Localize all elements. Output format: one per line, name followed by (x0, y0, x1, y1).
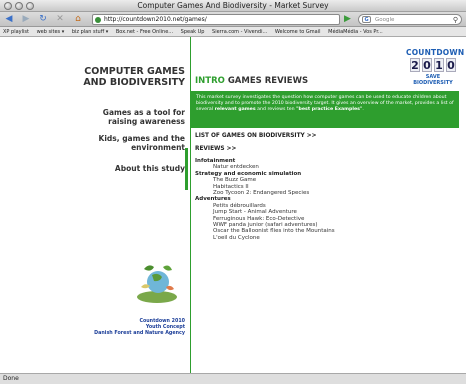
games-list: Infotainment Natur entdecken Strategy an… (195, 158, 335, 241)
address-bar[interactable]: http://countdown2010.net/games/ (92, 14, 340, 25)
best-practice-link[interactable]: "best practice Examples" (296, 107, 362, 112)
bookmark-mediamedia[interactable]: MédiaMédia - Vos Pr... (325, 27, 386, 36)
sidebar: COMPUTER GAMES AND BIODIVERSITY Games as… (0, 37, 191, 373)
status-bar: Done (0, 373, 466, 384)
page-content: COMPUTER GAMES AND BIODIVERSITY Games as… (0, 37, 466, 373)
footer-line-3: Danish Forest and Nature Agency (94, 331, 185, 336)
status-text: Done (3, 375, 19, 382)
site-title-line-1: COMPUTER GAMES (84, 66, 185, 77)
heading-intro[interactable]: INTRO (195, 76, 225, 86)
search-icon[interactable]: ⚲ (453, 15, 458, 25)
intro-text: and reviews ten (255, 106, 297, 112)
bookmarks-bar: XP playlist web sites ▾ biz plan stuff ▾… (0, 27, 466, 37)
nav-link-awareness[interactable]: Games as a tool for raising awareness (15, 108, 185, 126)
column-divider (190, 37, 191, 373)
page-heading: INTRO GAMES REVIEWS (195, 76, 308, 86)
search-engine-icon[interactable]: G (362, 16, 371, 23)
intro-text: . (362, 106, 364, 112)
reviews-link[interactable]: REVIEWS >> (195, 146, 236, 152)
active-nav-indicator (185, 148, 188, 190)
nav-link-environment-line-2: environment (131, 143, 185, 152)
nav-link-about[interactable]: About this study (15, 164, 185, 173)
home-button[interactable]: ⌂ (71, 14, 85, 25)
window-titlebar: Computer Games And Biodiversity - Market… (0, 0, 466, 12)
bookmark-xp-playlist[interactable]: XP playlist (0, 27, 32, 36)
bookmark-web-sites[interactable]: web sites ▾ (34, 27, 68, 36)
nav-link-about-line-1: About this study (114, 164, 185, 173)
reload-button[interactable]: ↻ (37, 14, 49, 25)
nav-link-environment-line-1: Kids, games and the (98, 134, 185, 143)
site-icon (95, 17, 101, 23)
go-button[interactable]: ▶ (344, 14, 351, 25)
logo-bottom-text: SAVE BIODIVERSITY (413, 74, 453, 86)
address-text: http://countdown2010.net/games/ (104, 16, 207, 23)
logo-top-text: COUNTDOWN (406, 48, 465, 57)
back-button[interactable]: ◀ (3, 14, 15, 25)
window-title: Computer Games And Biodiversity - Market… (137, 1, 329, 10)
sidebar-footer: Countdown 2010 Youth Concept Danish Fore… (94, 319, 185, 337)
nav-link-environment[interactable]: Kids, games and the environment (15, 134, 185, 152)
heading-games-reviews: GAMES REVIEWS (224, 76, 309, 86)
browser-toolbar: ◀ ▶ ↻ ✕ ⌂ http://countdown2010.net/games… (0, 12, 466, 27)
bookmark-speak-up[interactable]: Speak Up (178, 27, 208, 36)
logo-digit: 1 (434, 58, 444, 72)
bookmark-sierra[interactable]: Sierra.com - Vivendi... (209, 27, 270, 36)
logo-digit: 0 (422, 58, 432, 72)
nav-link-awareness-line-2: raising awareness (108, 117, 185, 126)
logo-digits: 2 0 1 0 (406, 58, 460, 72)
relevant-games-link[interactable]: relevant games (215, 107, 256, 112)
game-item[interactable]: Oscar the Balloonist flies into the Moun… (195, 228, 335, 234)
logo-digit: 0 (446, 58, 456, 72)
bookmark-biz-plan[interactable]: biz plan stuff ▾ (69, 27, 111, 36)
stop-button[interactable]: ✕ (54, 14, 66, 25)
list-of-games-link[interactable]: LIST OF GAMES ON BIODIVERSITY >> (195, 133, 316, 139)
site-title: COMPUTER GAMES AND BIODIVERSITY (15, 66, 185, 88)
logo-digit: 2 (410, 58, 420, 72)
earth-illustration (132, 257, 182, 307)
bookmark-gmail[interactable]: Welcome to Gmail (272, 27, 324, 36)
nav-link-awareness-line-1: Games as a tool for (102, 108, 185, 117)
site-title-line-2: AND BIODIVERSITY (83, 77, 185, 88)
bookmark-box-net[interactable]: Box.net - Free Online... (113, 27, 176, 36)
countdown-2010-logo[interactable]: COUNTDOWN 2 0 1 0 SAVE BIODIVERSITY (406, 48, 465, 86)
forward-button[interactable]: ▶ (20, 14, 32, 25)
game-item[interactable]: L'oeil du Cyclone (195, 235, 335, 241)
intro-box: This market survey investigates the ques… (191, 91, 459, 128)
search-input[interactable]: G Google ⚲ (358, 14, 462, 25)
search-placeholder: Google (375, 17, 395, 23)
